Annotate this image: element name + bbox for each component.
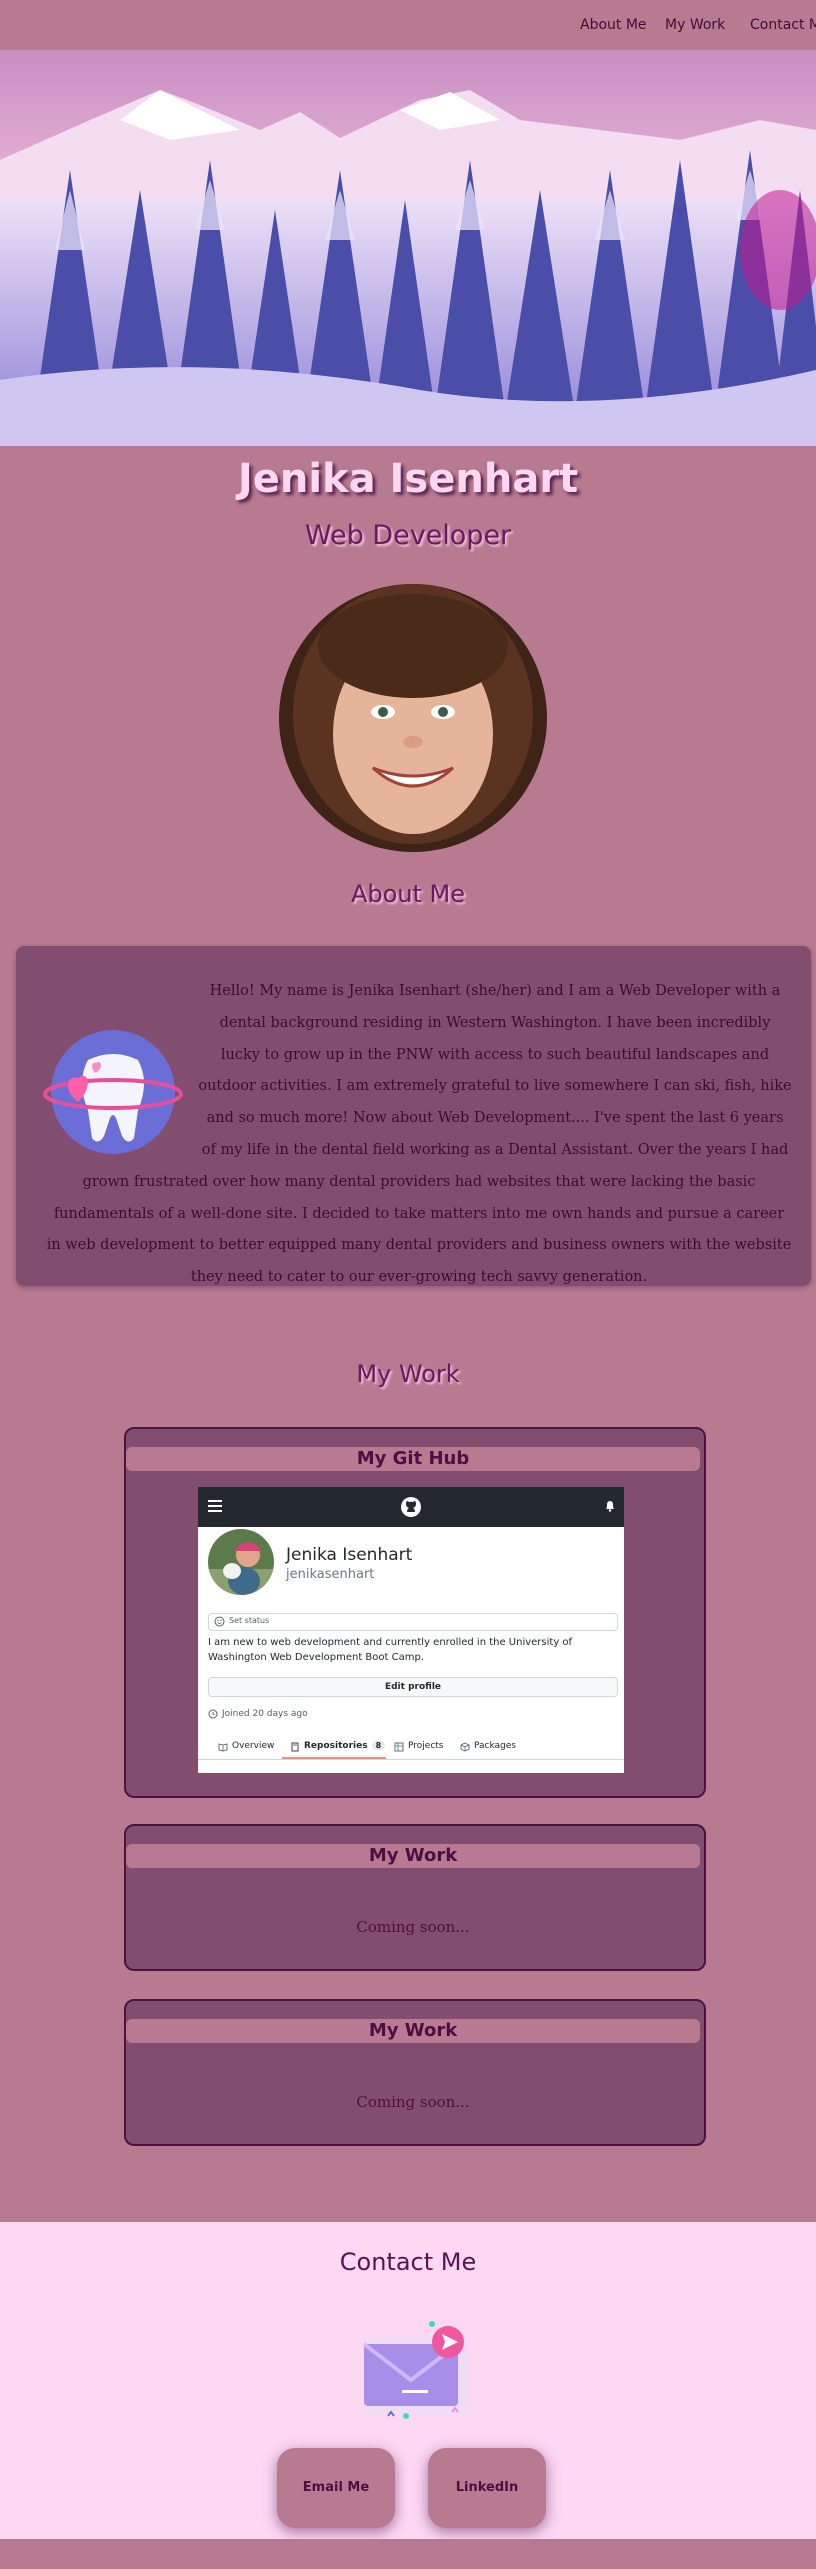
work-card-title: My Git Hub — [126, 1447, 700, 1471]
page-title: Jenika Isenhart — [237, 456, 579, 502]
coming-soon-text: Coming soon... — [356, 2093, 470, 2111]
about-paragraph: Hello! My name is Jenika Isenhart (she/h… — [43, 976, 792, 1294]
work-card-title: My Work — [126, 1844, 700, 1868]
nav-link-about-me[interactable]: About Me — [580, 17, 647, 33]
top-nav: About Me My Work Contact Me — [0, 0, 816, 50]
edit-profile-button[interactable]: Edit profile — [208, 1677, 618, 1697]
repo-icon — [291, 1742, 299, 1752]
github-name: Jenika Isenhart — [286, 1545, 413, 1565]
tab-repositories-label: Repositories — [304, 1741, 368, 1751]
tab-divider — [198, 1759, 624, 1760]
about-heading: About Me — [350, 880, 466, 908]
smiley-icon — [214, 1616, 225, 1627]
clock-icon — [208, 1709, 218, 1719]
linkedin-button[interactable]: LinkedIn — [428, 2448, 546, 2528]
tab-packages[interactable]: Packages — [474, 1741, 516, 1751]
my-work-heading: My Work — [356, 1360, 460, 1388]
github-header-bar — [198, 1487, 624, 1527]
set-status-label: Set status — [229, 1616, 270, 1625]
envelope-icon — [362, 2321, 468, 2419]
package-icon — [460, 1742, 470, 1752]
footer-bar — [0, 2539, 816, 2569]
nav-link-my-work[interactable]: My Work — [665, 17, 725, 33]
bell-icon — [606, 1501, 614, 1512]
github-username: jenikasenhart — [286, 1567, 375, 1582]
subtitle-role: Web Developer — [304, 520, 512, 551]
email-me-button[interactable]: Email Me — [277, 2448, 395, 2528]
work-card-title: My Work — [126, 2019, 700, 2043]
hero-winter-landscape-image — [0, 50, 816, 446]
github-bio: I am new to web development and currentl… — [208, 1637, 573, 1663]
github-joined: Joined 20 days ago — [222, 1709, 308, 1719]
menu-icon — [208, 1500, 222, 1512]
tab-projects[interactable]: Projects — [408, 1741, 443, 1751]
project-icon — [394, 1742, 404, 1752]
set-status-button[interactable]: Set status — [208, 1613, 618, 1631]
tooth-heart-icon — [43, 1030, 183, 1154]
github-logo-icon — [401, 1497, 421, 1517]
coming-soon-text: Coming soon... — [356, 1918, 470, 1936]
github-profile-screenshot[interactable]: Jenika Isenhart jenikasenhart Set status… — [198, 1487, 624, 1773]
tab-overview[interactable]: Overview — [232, 1741, 274, 1751]
tab-repositories[interactable]: Repositories 8 — [304, 1741, 386, 1751]
repositories-count: 8 — [371, 1741, 386, 1750]
work-card-3[interactable]: My Work Coming soon... — [124, 1999, 706, 2146]
nav-link-contact-me[interactable]: Contact Me — [750, 17, 816, 33]
work-card-2[interactable]: My Work Coming soon... — [124, 1824, 706, 1971]
about-card: Hello! My name is Jenika Isenhart (she/h… — [16, 946, 811, 1286]
work-card-github[interactable]: My Git Hub Jenika Isenhart jenikasenhart… — [124, 1427, 706, 1798]
github-avatar — [208, 1529, 274, 1595]
profile-photo — [279, 584, 547, 852]
contact-heading: Contact Me — [339, 2248, 477, 2276]
book-icon — [218, 1743, 228, 1752]
